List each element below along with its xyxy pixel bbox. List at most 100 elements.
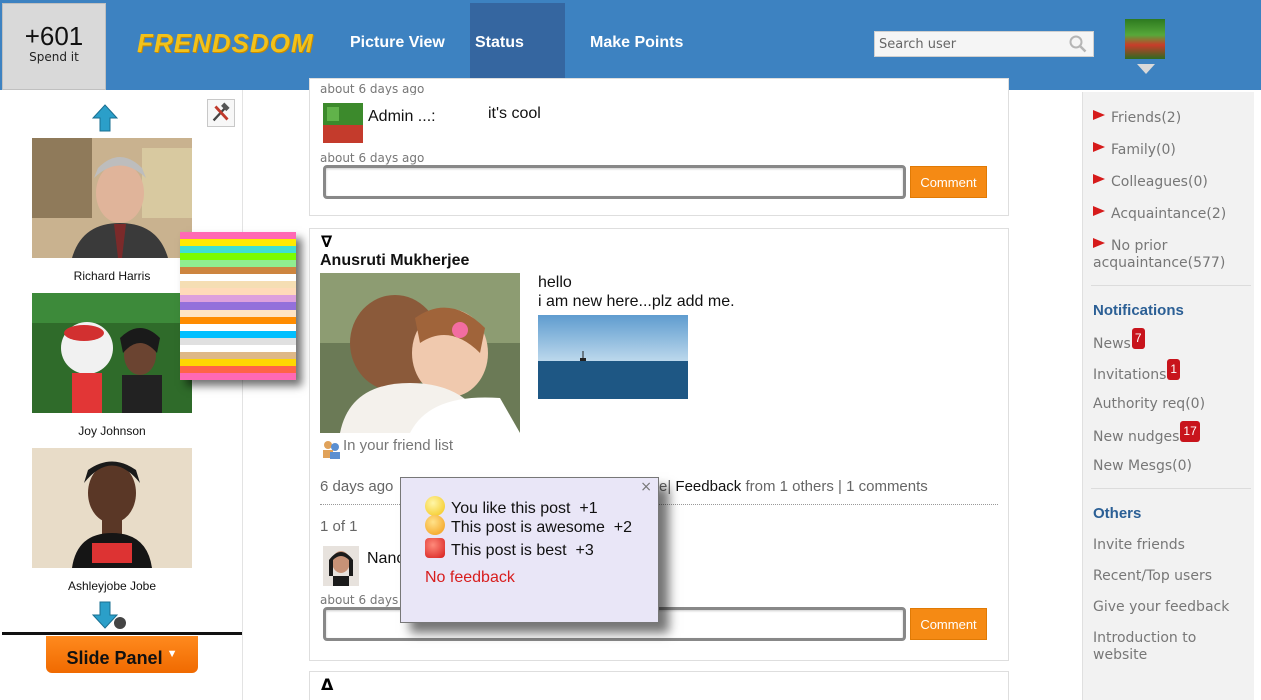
nav-make-points[interactable]: Make Points <box>589 3 684 87</box>
color-swatch[interactable] <box>180 344 296 352</box>
color-swatch[interactable] <box>180 295 296 303</box>
color-swatch[interactable] <box>180 246 296 254</box>
feedback-option-awesome[interactable]: This post is awesome +2 <box>425 515 632 537</box>
color-swatch[interactable] <box>180 351 296 359</box>
notification-invitations[interactable]: Invitations 1 <box>1093 359 1181 386</box>
group-colleagues[interactable]: Colleagues(0) <box>1093 174 1208 191</box>
collapse-post-icon[interactable]: ∇ <box>321 232 332 251</box>
post-time: 6 days ago <box>320 478 394 495</box>
link-give-feedback[interactable]: Give your feedback <box>1093 599 1229 616</box>
nav-picture-view[interactable]: Picture View <box>349 3 446 87</box>
right-divider <box>1091 285 1251 286</box>
post-text-line1: hello <box>538 274 572 291</box>
friend-name[interactable]: Richard Harris <box>32 269 192 283</box>
color-swatch[interactable] <box>180 288 296 296</box>
close-icon[interactable]: × <box>640 479 652 495</box>
page-root: +601 Spend it FRENDSDOM Picture View Sta… <box>0 0 1261 700</box>
user-menu-chevron-down-icon[interactable] <box>1137 64 1155 74</box>
group-label: Colleagues(0) <box>1111 174 1208 190</box>
points-value: +601 <box>24 21 84 51</box>
group-label: Acquaintance(2) <box>1111 206 1227 222</box>
feedback-link[interactable]: Feedback <box>675 478 741 495</box>
notification-news[interactable]: News 7 <box>1093 328 1145 355</box>
flag-icon <box>1093 110 1105 120</box>
right-divider <box>1091 488 1251 489</box>
search-user-input[interactable] <box>875 32 1065 56</box>
color-swatch[interactable] <box>180 337 296 345</box>
color-swatch[interactable] <box>180 358 296 366</box>
slide-panel-caret-icon: ▼ <box>166 648 178 660</box>
group-no-prior-acquaintance[interactable]: No prior acquaintance(577) <box>1093 238 1243 272</box>
link-introduction[interactable]: Introduction to website <box>1093 630 1254 664</box>
color-swatch[interactable] <box>180 365 296 373</box>
user-avatar[interactable] <box>1125 19 1165 59</box>
link-recent-top-users[interactable]: Recent/Top users <box>1093 568 1212 585</box>
post-card-previous: about 6 days ago Admin ...: it's cool ab… <box>309 78 1009 216</box>
friend-name[interactable]: Ashleyjobe Jobe <box>32 579 192 593</box>
color-swatch[interactable] <box>180 281 296 289</box>
meta-separator: | <box>838 478 842 495</box>
nav-status-view[interactable]: Status View <box>470 3 565 131</box>
color-swatch[interactable] <box>180 253 296 261</box>
friend-card-joy-johnson[interactable]: Joy Johnson <box>32 293 192 438</box>
color-swatch[interactable] <box>180 232 296 240</box>
expand-post-icon[interactable]: Δ <box>321 675 333 694</box>
feedback-option-points: +3 <box>575 542 594 559</box>
points-box[interactable]: +601 Spend it <box>2 3 106 90</box>
friends-icon <box>323 441 340 459</box>
color-swatch[interactable] <box>180 260 296 268</box>
notification-label: News <box>1093 336 1131 352</box>
site-logo[interactable]: FRENDSDOM <box>137 28 314 59</box>
post-author[interactable]: Anusruti Mukherjee <box>320 252 469 270</box>
color-swatch[interactable] <box>180 274 296 282</box>
comments-count-link[interactable]: 1 comments <box>846 478 928 495</box>
notification-authority-req[interactable]: Authority req(0) <box>1093 396 1205 413</box>
spend-it-label: Spend it <box>29 50 79 64</box>
friend-card-richard-harris[interactable]: Richard Harris <box>32 138 192 283</box>
color-swatch[interactable] <box>180 239 296 247</box>
post-meta-row: 6 days ago <box>320 478 393 495</box>
tools-button[interactable] <box>207 99 235 127</box>
commenter-avatar[interactable] <box>323 103 363 143</box>
color-swatch[interactable] <box>180 267 296 275</box>
comment-button[interactable]: Comment <box>910 608 987 640</box>
commenter-avatar[interactable] <box>323 546 359 586</box>
group-label: Friends(2) <box>1111 110 1182 126</box>
left-friends-panel: Richard Harris Joy Johnson Ashleyjobe Jo… <box>0 90 296 700</box>
color-swatch[interactable] <box>180 330 296 338</box>
friend-photo[interactable] <box>32 138 192 258</box>
color-swatch[interactable] <box>180 323 296 331</box>
scroll-up-arrow-icon[interactable] <box>92 104 118 132</box>
scroll-down-arrow-icon[interactable] <box>92 598 128 630</box>
color-swatch[interactable] <box>180 302 296 310</box>
commenter-name-partial[interactable]: Nanc <box>367 549 404 568</box>
friend-name[interactable]: Joy Johnson <box>32 424 192 438</box>
group-label: Family(0) <box>1111 142 1176 158</box>
slide-panel-button[interactable]: Slide Panel ▼ <box>46 636 198 673</box>
friend-photo[interactable] <box>32 293 192 413</box>
group-friends[interactable]: Friends(2) <box>1093 110 1181 127</box>
link-invite-friends[interactable]: Invite friends <box>1093 537 1185 554</box>
group-family[interactable]: Family(0) <box>1093 142 1176 159</box>
notification-new-mesgs[interactable]: New Mesgs(0) <box>1093 458 1192 475</box>
tools-icon <box>212 102 230 122</box>
post-attached-image[interactable] <box>538 315 688 399</box>
group-acquaintance[interactable]: Acquaintance(2) <box>1093 206 1226 223</box>
comment-button[interactable]: Comment <box>910 166 987 198</box>
notification-badge: 17 <box>1180 421 1200 442</box>
notification-new-nudges[interactable]: New nudges 17 <box>1093 421 1200 448</box>
search-icon[interactable] <box>1069 35 1087 53</box>
notification-label: Invitations <box>1093 367 1167 383</box>
feedback-option-best[interactable]: This post is best +3 <box>425 538 594 560</box>
friend-photo[interactable] <box>32 448 192 568</box>
comment-input[interactable] <box>323 165 906 199</box>
color-swatch[interactable] <box>180 316 296 324</box>
color-swatch[interactable] <box>180 309 296 317</box>
friend-card-ashleyjobe-jobe[interactable]: Ashleyjobe Jobe <box>32 448 192 593</box>
color-swatch[interactable] <box>180 372 296 380</box>
color-palette-popup[interactable] <box>180 232 296 380</box>
comment-author[interactable]: Admin ...: <box>368 107 436 126</box>
post-feedback-row: e| Feedback from 1 others | 1 comments <box>659 478 928 495</box>
post-author-photo[interactable] <box>320 273 520 433</box>
no-feedback-link[interactable]: No feedback <box>425 569 515 587</box>
